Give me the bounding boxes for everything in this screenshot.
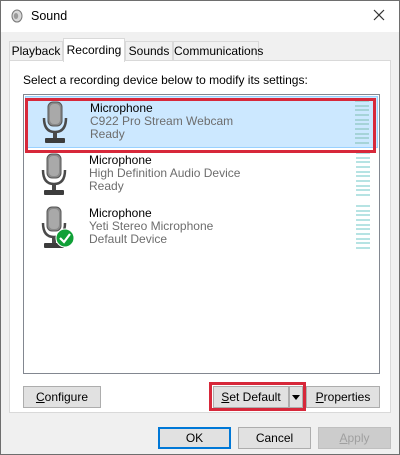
device-status: Default Device [89,232,168,246]
tab-recording[interactable]: Recording [63,38,125,62]
cancel-button[interactable]: Cancel [238,427,311,449]
level-meter [356,205,370,249]
microphone-icon [36,100,76,146]
apply-button[interactable]: Apply [318,427,391,449]
title-bar: Sound [1,1,399,32]
set-default-dropdown[interactable] [289,386,303,408]
dropdown-arrow-icon [292,390,300,404]
close-button[interactable] [359,1,399,32]
device-description: C922 Pro Stream Webcam [90,114,234,128]
device-list[interactable]: Microphone C922 Pro Stream Webcam Ready [23,94,380,374]
device-item-c922[interactable]: Microphone C922 Pro Stream Webcam Ready [25,96,378,148]
properties-button[interactable]: Properties [306,386,380,408]
level-meter [355,100,369,144]
device-description: Yeti Stereo Microphone [89,219,214,233]
recording-panel: Select a recording device below to modif… [9,60,391,413]
window-title: Sound [31,9,68,23]
device-description: High Definition Audio Device [89,166,241,180]
sound-dialog: Sound Playback Recording Sounds Communic… [0,0,400,455]
set-default-button[interactable]: Set Default [213,386,289,408]
instruction-text: Select a recording device below to modif… [23,73,308,87]
microphone-icon [35,152,75,198]
device-name: Microphone [89,153,152,167]
configure-button[interactable]: Configure [23,386,101,408]
device-name: Microphone [89,206,152,220]
check-badge-icon [55,228,75,248]
device-status: Ready [90,127,125,141]
tab-playback[interactable]: Playback [9,41,63,62]
level-meter [356,152,370,196]
ok-button[interactable]: OK [158,427,231,449]
device-status: Ready [89,179,124,193]
device-item-hd-audio[interactable]: Microphone High Definition Audio Device … [25,149,378,201]
tab-communications[interactable]: Communications [173,41,263,62]
device-name: Microphone [90,101,153,115]
close-icon [373,9,385,24]
speaker-icon [10,9,24,23]
tab-sounds[interactable]: Sounds [125,41,173,62]
device-item-yeti[interactable]: Microphone Yeti Stereo Microphone Defaul… [25,202,378,254]
